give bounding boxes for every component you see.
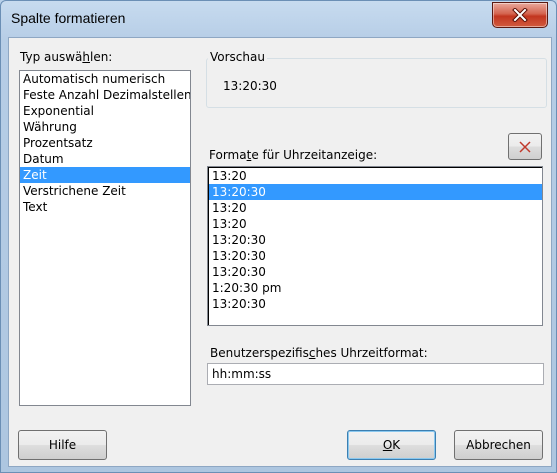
dialog-window: Spalte formatieren Typ auswählen: Automa… [0,0,557,473]
dialog-client-area: Typ auswählen: Automatisch numerisch Fest… [8,37,552,467]
type-list-item[interactable]: Datum [20,151,190,167]
preview-value: 13:20:30 [223,79,277,93]
format-list-item[interactable]: 13:20:30 [209,264,542,280]
cancel-button[interactable]: Abbrechen [454,430,543,460]
format-list-item[interactable]: 13:20:30 [209,232,542,248]
format-list-item[interactable]: 13:20:30 [209,296,542,312]
type-list-item[interactable]: Feste Anzahl Dezimalstellen [20,87,190,103]
formats-listbox[interactable]: 13:20 13:20:30 13:20 13:20 13:20:30 13:20:30 1… [207,166,543,326]
ok-button[interactable]: OK [347,430,436,460]
format-list-item[interactable]: 1:20:30 pm [209,280,542,296]
type-listbox[interactable]: Automatisch numerisch Feste Anzahl Dezima… [19,70,191,406]
close-button[interactable] [492,2,548,28]
type-list-item[interactable]: Text [20,199,190,215]
format-list-item[interactable]: 13:20 [209,216,542,232]
delete-format-button[interactable] [508,133,542,160]
type-list-item[interactable]: Verstrichene Zeit [20,183,190,199]
delete-icon [519,141,531,153]
type-list-item[interactable]: Währung [20,119,190,135]
close-icon [512,8,528,22]
type-label: Typ auswählen: [20,50,113,64]
format-list-item[interactable]: 13:20 [209,168,542,184]
help-button[interactable]: Hilfe [18,430,107,460]
title-bar[interactable]: Spalte formatieren [1,1,556,37]
window-title: Spalte formatieren [11,10,126,26]
custom-format-input[interactable]: hh:mm:ss [207,363,544,385]
type-list-item[interactable]: Automatisch numerisch [20,71,190,87]
format-list-item[interactable]: 13:20 [209,200,542,216]
preview-label: Vorschau [208,50,267,64]
type-list-item[interactable]: Prozentsatz [20,135,190,151]
type-list-item[interactable]: Exponential [20,103,190,119]
formats-label: Formate für Uhrzeitanzeige: [209,148,378,162]
format-list-item[interactable]: 13:20:30 [209,184,542,200]
custom-format-label: Benutzerspezifisches Uhrzeitformat: [210,346,428,360]
type-list-item[interactable]: Zeit [20,167,190,183]
format-list-item[interactable]: 13:20:30 [209,248,542,264]
